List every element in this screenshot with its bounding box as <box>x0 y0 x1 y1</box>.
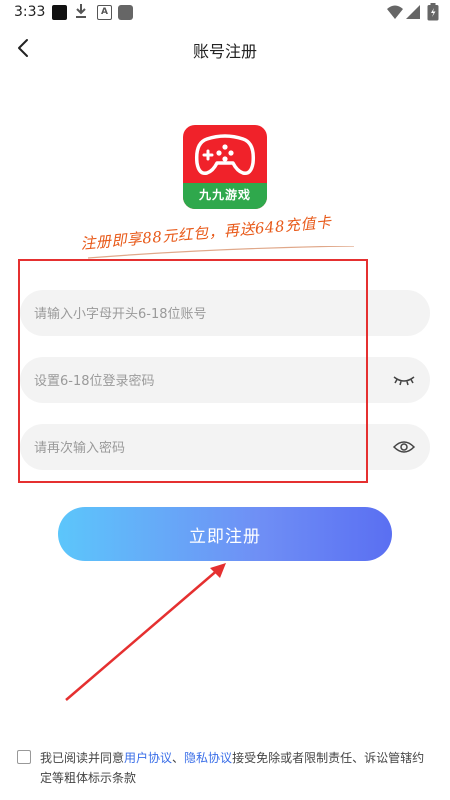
wifi-icon <box>387 4 403 24</box>
battery-icon <box>427 3 439 25</box>
eye-closed-icon[interactable] <box>392 369 416 391</box>
annotation-arrow <box>65 563 226 701</box>
promo-underline <box>87 246 355 259</box>
app-notification-icon <box>118 5 133 20</box>
agreement-prefix: 我已阅读并同意 <box>40 751 125 765</box>
a-notification-icon: A <box>97 5 112 20</box>
agreement-separator: 、 <box>172 751 185 765</box>
privacy-agreement-link[interactable]: 隐私协议 <box>184 751 232 765</box>
app-logo: 九九游戏 <box>183 125 267 209</box>
status-time: 3:33 <box>14 4 46 20</box>
user-agreement-link[interactable]: 用户协议 <box>124 751 172 765</box>
register-button[interactable]: 立即注册 <box>58 507 392 561</box>
notification-app-icon <box>52 5 67 20</box>
status-bar: 3:33 A <box>0 0 450 26</box>
eye-open-icon[interactable] <box>392 436 416 458</box>
signal-icon <box>405 4 421 24</box>
agreement-checkbox[interactable] <box>17 750 31 764</box>
gamepad-icon <box>194 134 256 176</box>
agreement-text: 我已阅读并同意用户协议、隐私协议接受免除或者限制责任、诉讼管辖约定等粗体标示条款 <box>40 748 435 788</box>
download-icon <box>74 3 88 23</box>
logo-text: 九九游戏 <box>198 188 251 202</box>
header: 账号注册 <box>0 26 450 72</box>
highlight-box <box>18 259 368 483</box>
page-title: 账号注册 <box>192 42 257 61</box>
